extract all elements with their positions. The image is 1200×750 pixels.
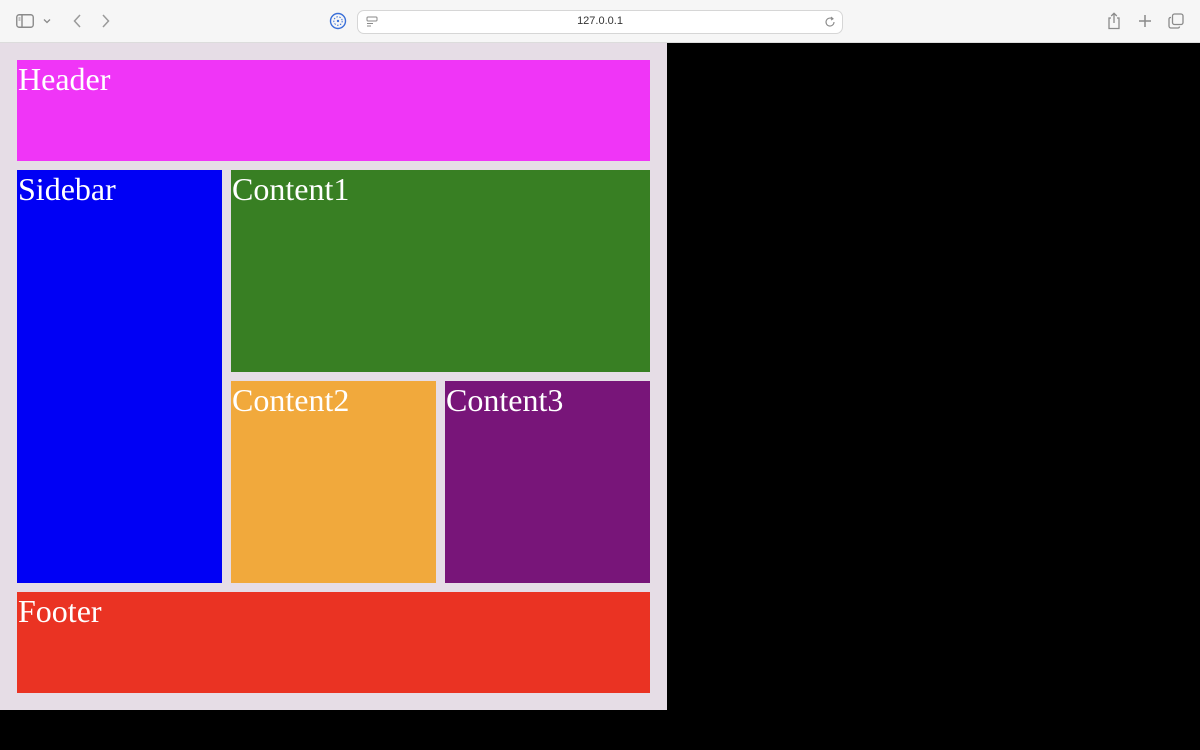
chevron-right-icon xyxy=(102,14,110,28)
address-bar[interactable]: 127.0.0.1 xyxy=(357,10,843,34)
content3-label: Content3 xyxy=(446,382,564,418)
forward-button[interactable] xyxy=(97,11,115,31)
content1-label: Content1 xyxy=(232,171,350,207)
chevron-left-icon xyxy=(73,14,81,28)
content2-block: Content2 xyxy=(231,381,436,583)
share-icon[interactable] xyxy=(1104,10,1124,32)
reload-icon[interactable] xyxy=(822,14,838,30)
plus-icon[interactable] xyxy=(1135,10,1155,32)
browser-toolbar: 127.0.0.1 xyxy=(0,0,1200,43)
header-block: Header xyxy=(17,60,650,161)
url-text[interactable]: 127.0.0.1 xyxy=(358,15,842,27)
chevron-down-icon[interactable] xyxy=(40,14,54,28)
content2-label: Content2 xyxy=(232,382,350,418)
sidebar-label: Sidebar xyxy=(18,171,116,207)
sidebar-icon[interactable] xyxy=(15,12,35,30)
footer-label: Footer xyxy=(18,593,102,629)
back-button[interactable] xyxy=(68,11,86,31)
header-label: Header xyxy=(18,61,111,97)
content1-block: Content1 xyxy=(231,170,650,372)
privacy-report-icon[interactable] xyxy=(328,11,348,31)
footer-block: Footer xyxy=(17,592,650,693)
sidebar-block: Sidebar xyxy=(17,170,222,583)
tab-overview-icon[interactable] xyxy=(1166,10,1186,32)
content3-block: Content3 xyxy=(445,381,650,583)
page-viewport: Header Sidebar Content1 Content2 Content… xyxy=(0,43,667,710)
